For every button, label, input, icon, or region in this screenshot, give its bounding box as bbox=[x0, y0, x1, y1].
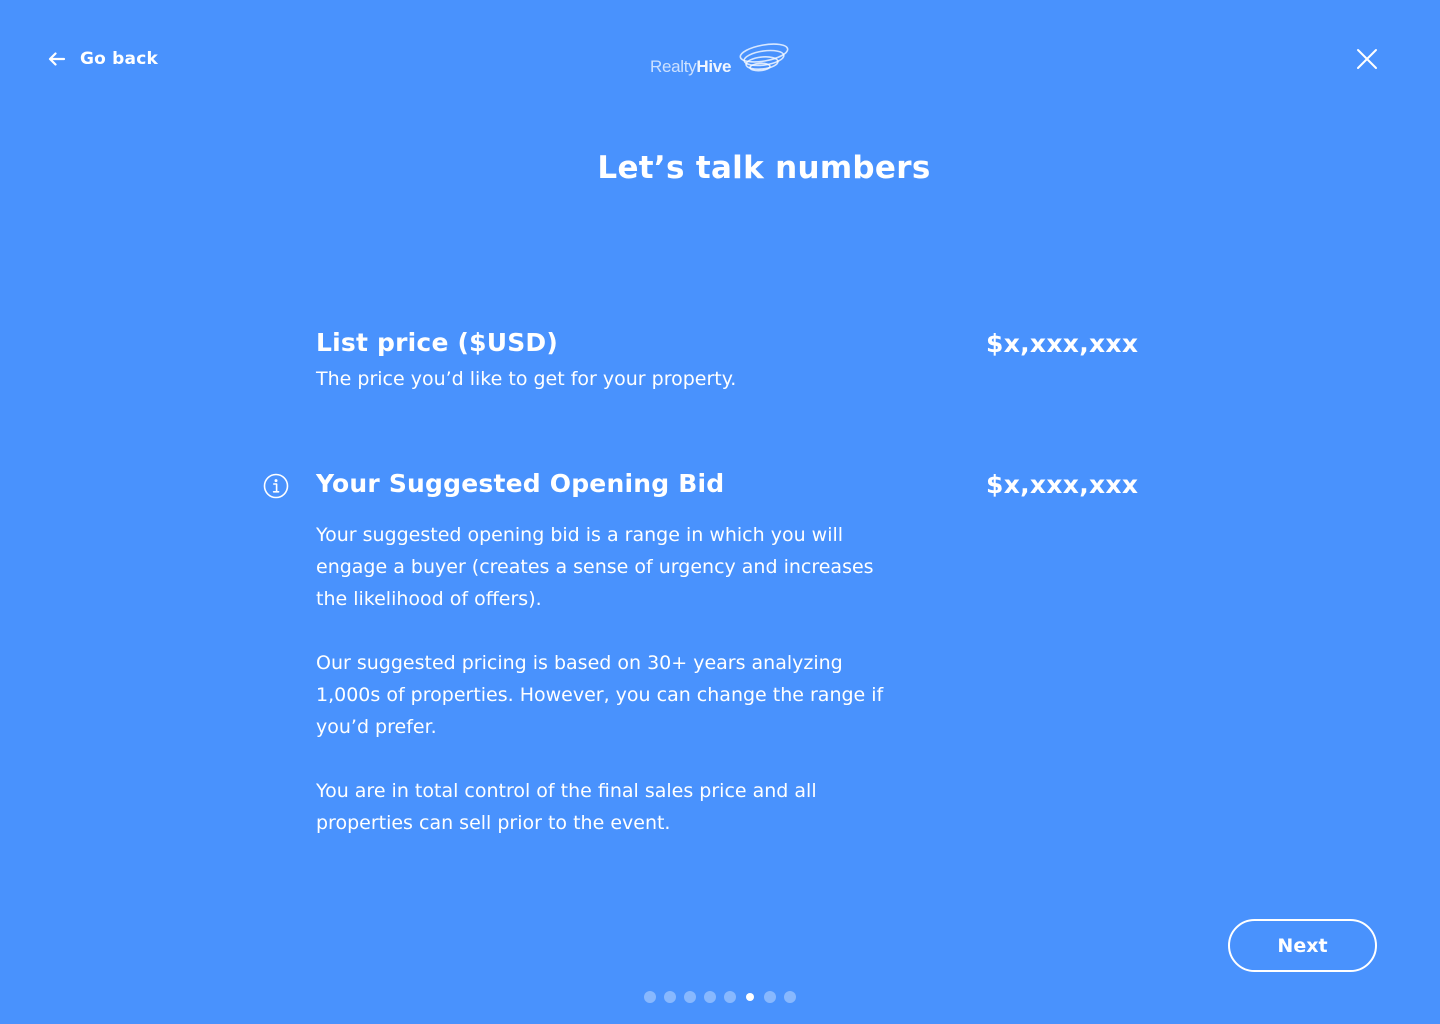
logo-text-realty: Realty bbox=[650, 57, 697, 76]
next-button[interactable]: Next bbox=[1228, 919, 1377, 972]
go-back-button[interactable]: Go back bbox=[48, 46, 158, 72]
info-icon[interactable] bbox=[263, 473, 289, 499]
page: Go back RealtyHive Let’s talk numbers Li… bbox=[0, 0, 1440, 1024]
opening-bid-value[interactable]: $x,xxx,xxx bbox=[986, 470, 1138, 499]
pagination-dot[interactable] bbox=[664, 991, 676, 1003]
pagination-dot[interactable] bbox=[704, 991, 716, 1003]
opening-bid-description-3: You are in total control of the final sa… bbox=[316, 780, 817, 834]
close-icon bbox=[1354, 46, 1380, 72]
logo-text-hive: Hive bbox=[696, 57, 732, 76]
close-button[interactable] bbox=[1354, 46, 1380, 72]
pagination-dot[interactable] bbox=[764, 991, 776, 1003]
logo-swirl-icon bbox=[738, 40, 792, 80]
logo-text: RealtyHive bbox=[650, 57, 731, 77]
list-price-value[interactable]: $x,xxx,xxx bbox=[986, 329, 1138, 358]
realtyhive-logo: RealtyHive bbox=[650, 40, 792, 80]
pagination-dot[interactable] bbox=[644, 991, 656, 1003]
arrow-left-icon bbox=[48, 52, 66, 66]
pagination-dots bbox=[644, 991, 796, 1003]
pagination-dot[interactable] bbox=[724, 991, 736, 1003]
opening-bid-description-2: Our suggested pricing is based on 30+ ye… bbox=[316, 652, 884, 738]
pagination-dot[interactable] bbox=[684, 991, 696, 1003]
list-price-subtitle: The price you’d like to get for your pro… bbox=[316, 368, 737, 390]
opening-bid-title: Your Suggested Opening Bid bbox=[316, 469, 725, 498]
pagination-dot[interactable] bbox=[784, 991, 796, 1003]
opening-bid-description-1: Your suggested opening bid is a range in… bbox=[316, 524, 874, 610]
go-back-label: Go back bbox=[80, 49, 158, 69]
list-price-title: List price ($USD) bbox=[316, 328, 559, 357]
page-title: Let’s talk numbers bbox=[597, 150, 931, 186]
pagination-dot-active[interactable] bbox=[746, 993, 754, 1001]
